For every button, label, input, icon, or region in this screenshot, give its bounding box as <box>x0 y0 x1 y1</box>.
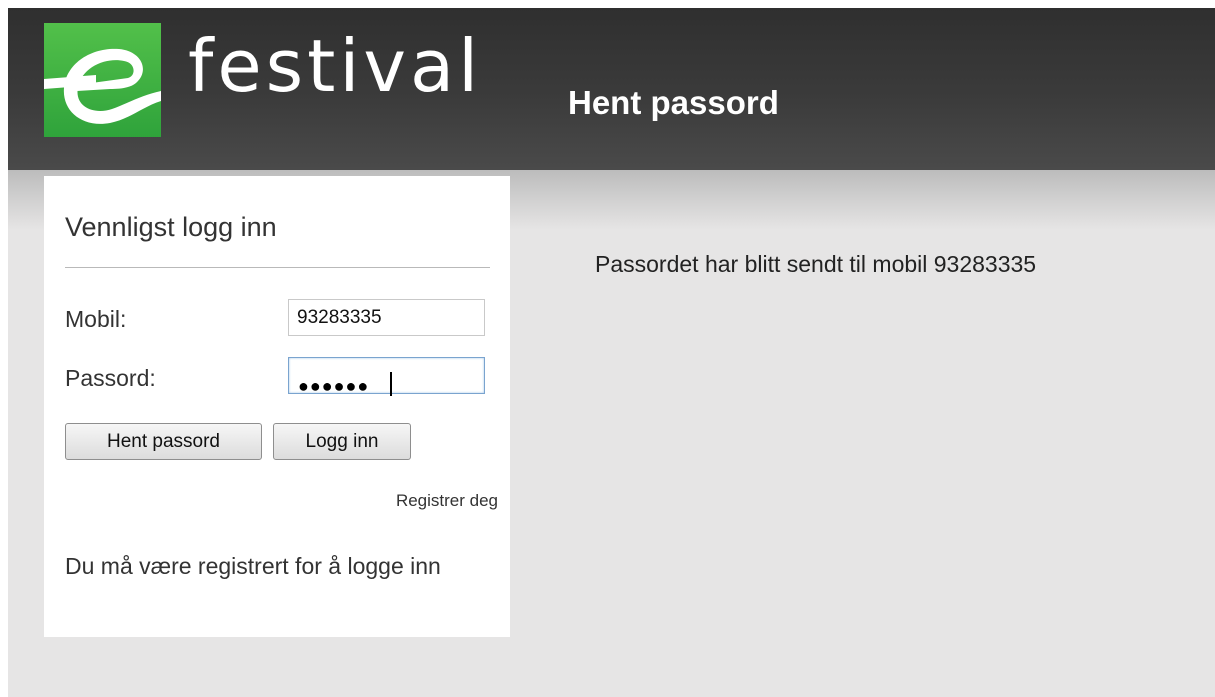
retrieve-password-button[interactable]: Hent passord <box>65 423 262 460</box>
brand-name: festival <box>188 24 483 108</box>
header-bar: festival Hent passord <box>8 8 1215 170</box>
logo-e-icon <box>44 48 161 124</box>
login-button[interactable]: Logg inn <box>273 423 411 460</box>
status-message: Passordet har blitt sendt til mobil 9328… <box>595 251 1037 277</box>
password-label: Passord: <box>65 365 156 391</box>
page-title: Hent passord <box>568 84 779 121</box>
text-caret <box>390 372 392 396</box>
login-panel: Vennligst logg inn Mobil: Passord: ●●●●●… <box>44 176 510 637</box>
register-link[interactable]: Registrer deg <box>396 492 498 509</box>
app-frame: festival Hent passord Vennligst logg inn… <box>8 8 1215 697</box>
registration-note: Du må være registrert for å logge inn <box>65 553 441 579</box>
password-input[interactable] <box>288 357 485 394</box>
divider <box>65 267 490 268</box>
mobile-input[interactable] <box>288 299 485 336</box>
mobile-label: Mobil: <box>65 306 127 332</box>
login-heading: Vennligst logg inn <box>65 212 277 242</box>
efestival-logo[interactable] <box>44 23 161 137</box>
